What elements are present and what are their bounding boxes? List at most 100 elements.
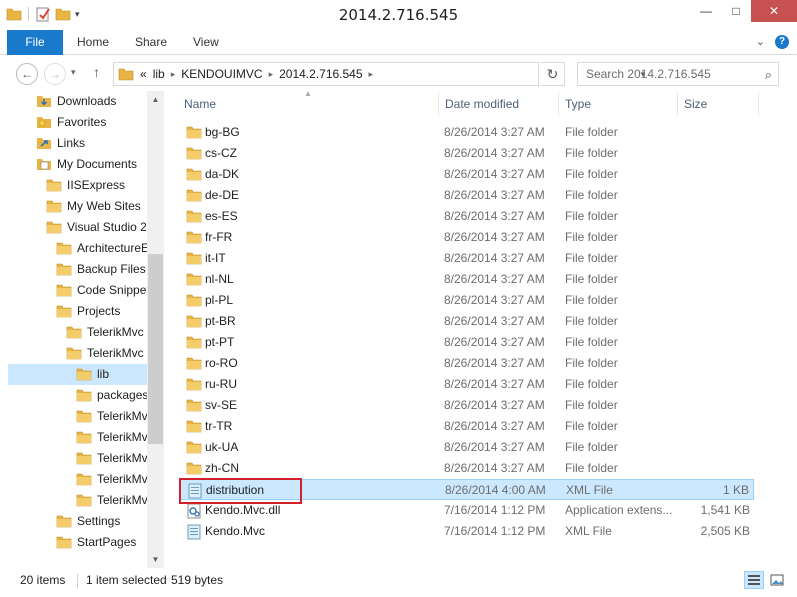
help-icon[interactable]: ? <box>775 35 789 49</box>
chevron-right-icon[interactable]: ▸ <box>269 69 274 80</box>
folder-icon <box>186 377 202 391</box>
sidebar-item[interactable]: Code Snippet <box>56 280 150 301</box>
file-date: 7/16/2014 1:12 PM <box>444 503 546 517</box>
file-row[interactable]: tr-TR 8/26/2014 3:27 AM File folder <box>180 416 754 437</box>
sidebar-item[interactable]: TelerikMv <box>76 469 148 490</box>
file-date: 8/26/2014 3:27 AM <box>444 314 545 328</box>
sidebar-item[interactable]: lib <box>8 364 147 385</box>
sidebar-item[interactable]: TelerikMv <box>76 406 148 427</box>
sidebar-item[interactable]: TelerikMv <box>76 490 148 511</box>
file-row[interactable]: uk-UA 8/26/2014 3:27 AM File folder <box>180 437 754 458</box>
file-type: File folder <box>565 188 618 202</box>
file-row[interactable]: da-DK 8/26/2014 3:27 AM File folder <box>180 164 754 185</box>
close-button[interactable]: ✕ <box>751 0 797 22</box>
folder-icon <box>186 356 202 370</box>
file-row[interactable]: cs-CZ 8/26/2014 3:27 AM File folder <box>180 143 754 164</box>
refresh-button[interactable]: ↻ <box>541 62 565 86</box>
sidebar-item[interactable]: IISExpress <box>46 175 125 196</box>
file-row[interactable]: bg-BG 8/26/2014 3:27 AM File folder <box>180 122 754 143</box>
sidebar-item[interactable]: My Documents <box>36 154 137 175</box>
file-type: File folder <box>565 398 618 412</box>
sidebar-item[interactable]: TelerikMvc <box>66 322 144 343</box>
address-bar[interactable]: « lib ▸ KENDOUIMVC ▸ 2014.2.716.545 ▸ ▾ <box>113 62 645 86</box>
sidebar-item-label: Links <box>57 136 86 150</box>
breadcrumb-lib[interactable]: lib <box>153 67 165 81</box>
file-row[interactable]: pt-BR 8/26/2014 3:27 AM File folder <box>180 311 754 332</box>
file-row[interactable]: sv-SE 8/26/2014 3:27 AM File folder <box>180 395 754 416</box>
sidebar-item[interactable]: Settings <box>56 511 120 532</box>
file-row[interactable]: ro-RO 8/26/2014 3:27 AM File folder <box>180 353 754 374</box>
file-row[interactable]: zh-CN 8/26/2014 3:27 AM File folder <box>180 458 754 479</box>
minimize-button[interactable]: — <box>691 0 721 22</box>
sidebar-item[interactable]: Links <box>36 133 85 154</box>
tab-home[interactable]: Home <box>77 30 109 55</box>
column-divider[interactable] <box>438 93 439 115</box>
expand-ribbon-icon[interactable]: ⌄ <box>756 35 765 49</box>
file-row[interactable]: pt-PT 8/26/2014 3:27 AM File folder <box>180 332 754 353</box>
column-header-date[interactable]: Date modified <box>445 97 519 111</box>
column-divider[interactable] <box>758 93 759 115</box>
breadcrumb-kendouimvc[interactable]: KENDOUIMVC <box>181 67 262 81</box>
tab-share[interactable]: Share <box>135 30 167 55</box>
search-box[interactable]: ⌕ <box>577 62 779 86</box>
up-arrow-icon[interactable]: ↑ <box>93 64 100 80</box>
file-row[interactable]: Kendo.Mvc 7/16/2014 1:12 PM XML File 2,505 … <box>180 521 754 542</box>
sidebar-item[interactable]: TelerikMv <box>76 448 148 469</box>
search-icon[interactable]: ⌕ <box>765 67 772 83</box>
sidebar-item[interactable]: StartPages <box>56 532 136 553</box>
column-header-type[interactable]: Type <box>565 97 591 111</box>
file-row[interactable]: it-IT 8/26/2014 3:27 AM File folder <box>180 248 754 269</box>
sidebar-item[interactable]: Favorites <box>36 112 106 133</box>
file-row[interactable]: es-ES 8/26/2014 3:27 AM File folder <box>180 206 754 227</box>
tab-view[interactable]: View <box>193 30 219 55</box>
scroll-down-icon[interactable]: ▼ <box>147 551 164 568</box>
sidebar-item[interactable]: Downloads <box>36 91 116 112</box>
breadcrumb-overflow[interactable]: « <box>140 67 147 81</box>
folder-icon <box>186 251 202 265</box>
sidebar-item[interactable]: TelerikMvc <box>66 343 144 364</box>
maximize-button[interactable]: □ <box>721 0 751 22</box>
column-header-name[interactable]: Name <box>184 97 216 111</box>
scrollbar-thumb[interactable] <box>148 254 163 444</box>
sidebar-item[interactable]: Backup Files <box>56 259 146 280</box>
folder-icon <box>186 230 202 244</box>
column-header-size[interactable]: Size <box>684 97 707 111</box>
back-button[interactable]: ← <box>16 63 38 85</box>
nav-scrollbar[interactable]: ▲ ▼ <box>147 91 164 568</box>
file-name: de-DE <box>205 188 240 202</box>
recent-locations-icon[interactable]: ▾ <box>71 67 76 78</box>
details-view-button[interactable] <box>744 571 764 589</box>
breadcrumb-version[interactable]: 2014.2.716.545 <box>279 67 362 81</box>
sidebar-item[interactable]: My Web Sites <box>46 196 141 217</box>
folder-icon <box>186 398 202 412</box>
chevron-right-icon[interactable]: ▸ <box>171 69 176 80</box>
file-row[interactable]: nl-NL 8/26/2014 3:27 AM File folder <box>180 269 754 290</box>
sidebar-item-label: Backup Files <box>77 262 146 276</box>
sidebar-item[interactable]: TelerikMv <box>76 427 148 448</box>
tab-file[interactable]: File <box>7 30 63 55</box>
file-type: Application extens... <box>565 503 673 517</box>
file-row[interactable]: pl-PL 8/26/2014 3:27 AM File folder <box>180 290 754 311</box>
search-input[interactable] <box>586 67 756 81</box>
folder-icon <box>56 304 72 318</box>
file-date: 8/26/2014 3:27 AM <box>444 146 545 160</box>
chevron-right-icon[interactable]: ▸ <box>369 69 374 80</box>
file-date: 8/26/2014 3:27 AM <box>444 230 545 244</box>
file-name: cs-CZ <box>205 146 237 160</box>
scroll-up-icon[interactable]: ▲ <box>147 91 164 108</box>
sidebar-item[interactable]: Visual Studio 20 <box>46 217 154 238</box>
sidebar-item[interactable]: Projects <box>56 301 120 322</box>
file-row[interactable]: de-DE 8/26/2014 3:27 AM File folder <box>180 185 754 206</box>
file-row[interactable]: fr-FR 8/26/2014 3:27 AM File folder <box>180 227 754 248</box>
selection-count: 1 item selected <box>86 573 167 587</box>
folder-icon <box>76 367 92 381</box>
forward-button[interactable]: → <box>44 63 66 85</box>
ribbon-tabs: File Home Share View ⌄ ? <box>0 30 797 55</box>
column-divider[interactable] <box>558 93 559 115</box>
sidebar-item[interactable]: ArchitectureE <box>56 238 149 259</box>
downloads-folder-icon <box>36 94 52 108</box>
column-divider[interactable] <box>677 93 678 115</box>
large-icons-view-button[interactable] <box>767 571 787 589</box>
sidebar-item[interactable]: packages <box>76 385 148 406</box>
file-row[interactable]: ru-RU 8/26/2014 3:27 AM File folder <box>180 374 754 395</box>
